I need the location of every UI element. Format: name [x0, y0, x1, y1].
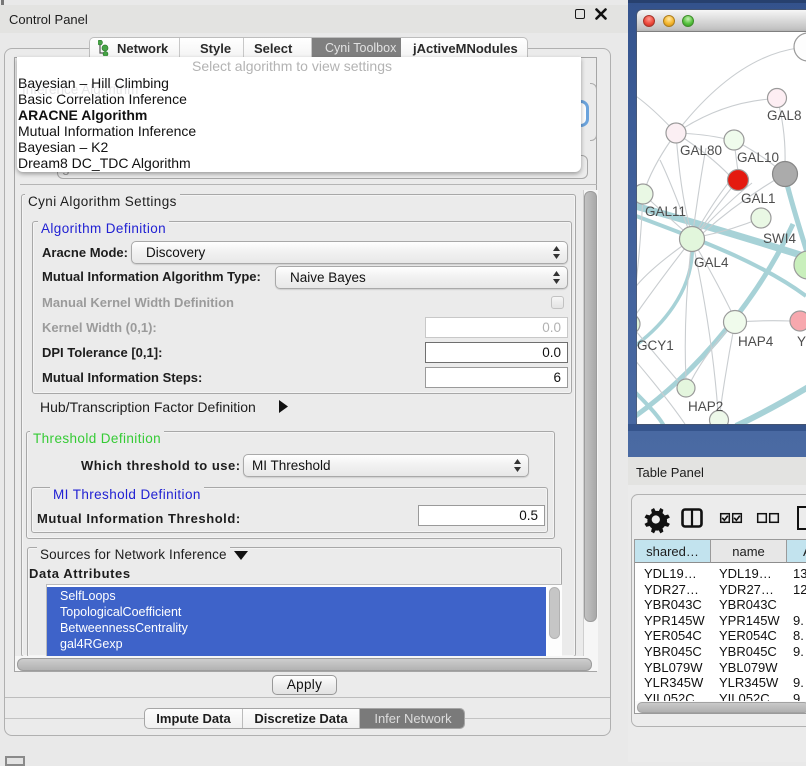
svg-text:GCY1: GCY1: [637, 338, 674, 353]
svg-text:GAL8: GAL8: [767, 108, 802, 123]
svg-text:GAL4: GAL4: [694, 255, 729, 270]
svg-text:GAL11: GAL11: [645, 204, 686, 219]
svg-text:HAP2: HAP2: [688, 399, 723, 414]
svg-text:Y: Y: [797, 334, 806, 349]
svg-text:GAL80: GAL80: [680, 143, 722, 158]
svg-text:GAL10: GAL10: [737, 150, 779, 165]
svg-text:SWI4: SWI4: [763, 231, 796, 246]
svg-text:GAL1: GAL1: [741, 191, 776, 206]
svg-text:HAP4: HAP4: [738, 334, 774, 349]
